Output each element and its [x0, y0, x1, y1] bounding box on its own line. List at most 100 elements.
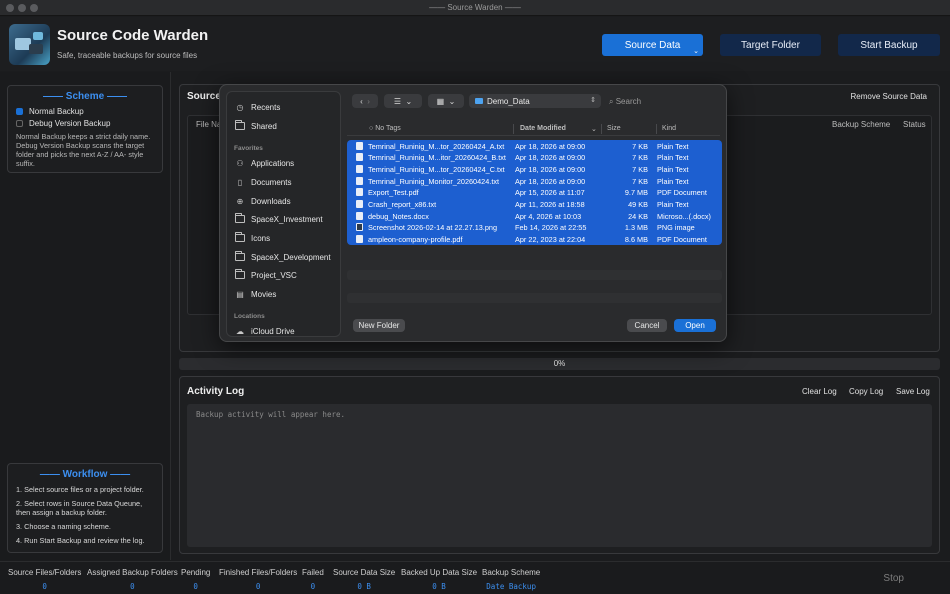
workflow-title: —— Workflow —— — [39, 469, 131, 480]
sidebar-item-project-vsc[interactable]: Project_VSC — [235, 269, 297, 280]
path-selector[interactable]: Demo_Data ⇕ — [469, 94, 601, 108]
app-subtitle: Safe, traceable backups for source files — [57, 51, 198, 60]
sidebar-item-documents[interactable]: ▯ Documents — [235, 177, 292, 187]
pdf-file-icon — [356, 188, 363, 197]
locations-heading: Locations — [234, 313, 265, 320]
sidebar-item-icloud-drive[interactable]: ☁ iCloud Drive — [235, 326, 295, 336]
sidebar-item-shared[interactable]: Shared — [235, 120, 277, 131]
save-log-button[interactable]: Save Log — [896, 387, 930, 396]
workflow-step: 1. Select source files or a project fold… — [16, 485, 144, 494]
workflow-step: 3. Choose a naming scheme. — [16, 522, 111, 531]
app-title: Source Code Warden — [57, 27, 209, 44]
file-list-header: ○ No Tags Date Modified ⌄ Size Kind — [347, 122, 720, 136]
text-file-icon — [356, 141, 363, 150]
empty-list-row — [347, 293, 722, 303]
column-header-file-name[interactable]: File Na — [196, 120, 221, 129]
clear-log-button[interactable]: Clear Log — [802, 387, 837, 396]
scheme-option-label: Normal Backup — [29, 107, 84, 116]
stat-source-files: Source Files/Folders 0 — [8, 568, 82, 591]
scheme-option-debug[interactable]: Debug Version Backup — [16, 119, 162, 128]
document-icon: ▯ — [237, 177, 243, 187]
workflow-panel: —— Workflow —— 1. Select source files or… — [7, 463, 163, 553]
scheme-panel: —— Scheme —— Normal Backup Debug Version… — [7, 85, 163, 173]
open-button[interactable]: Open — [674, 319, 716, 332]
app-header: Source Code Warden Safe, traceable backu… — [0, 17, 950, 71]
remove-source-data-button[interactable]: Remove Source Data — [851, 92, 927, 101]
sidebar-item-recents[interactable]: ◷ Recents — [235, 102, 281, 112]
file-row[interactable]: debug_Notes.docx Apr 4, 2026 at 10:03 24 K… — [347, 210, 722, 222]
cloud-icon: ☁ — [236, 326, 244, 336]
column-header-size[interactable]: Size — [607, 125, 621, 132]
search-input[interactable]: ⌕ Search — [609, 97, 641, 107]
file-row[interactable]: Export_Test.pdf Apr 15, 2026 at 11:07 9.7 … — [347, 186, 722, 199]
column-header-tags[interactable]: ○ No Tags — [369, 125, 401, 132]
back-forward-buttons[interactable]: ‹ › — [352, 94, 378, 108]
stop-button[interactable]: Stop — [883, 573, 904, 584]
progress-label: 0% — [553, 359, 566, 368]
text-file-icon — [356, 176, 363, 185]
folder-icon — [235, 232, 245, 243]
search-icon: ⌕ — [609, 97, 614, 106]
copy-log-button[interactable]: Copy Log — [849, 387, 883, 396]
log-placeholder: Backup activity will appear here. — [196, 410, 346, 419]
grid-view-icon: ▦ — [436, 96, 445, 106]
doc-file-icon — [356, 211, 363, 220]
column-header-kind[interactable]: Kind — [662, 125, 676, 132]
column-header-backup-scheme[interactable]: Backup Scheme — [832, 120, 890, 129]
column-header-status[interactable]: Status — [903, 120, 926, 129]
clock-icon: ◷ — [236, 102, 244, 112]
new-folder-button[interactable]: New Folder — [353, 319, 405, 332]
sidebar-item-icons[interactable]: Icons — [235, 232, 270, 243]
image-file-icon — [356, 223, 363, 232]
applications-icon: ⚇ — [236, 158, 244, 168]
file-row[interactable]: Temrinal_Runinig_Monitor_20260424.txt Apr… — [347, 175, 722, 187]
stat-failed: Failed 0 — [302, 568, 324, 591]
start-backup-button[interactable]: Start Backup — [838, 34, 940, 56]
scheme-option-normal[interactable]: Normal Backup — [16, 107, 162, 116]
file-row[interactable]: Crash_report_x86.txt Apr 11, 2026 at 18:5… — [347, 198, 722, 211]
activity-log-title: Activity Log — [187, 386, 245, 397]
sort-chevron-icon: ⌄ — [591, 126, 597, 133]
chevron-down-icon: ⌄ — [448, 96, 456, 106]
current-folder-label: Demo_Data — [487, 96, 530, 106]
chevron-right-icon[interactable]: › — [367, 97, 370, 106]
radio-selected-icon[interactable] — [16, 108, 23, 115]
dialog-sidebar: ◷ Recents Shared Favorites ⚇ Applications … — [226, 91, 341, 337]
source-data-button[interactable]: Source Data ⌄ — [602, 34, 703, 56]
dialog-footer: New Folder Cancel Open — [347, 315, 720, 335]
folder-icon — [475, 98, 483, 104]
folder-icon — [235, 269, 245, 280]
target-folder-button[interactable]: Target Folder — [720, 34, 821, 56]
sidebar-item-applications[interactable]: ⚇ Applications — [235, 158, 294, 168]
list-view-icon: ☰ — [393, 96, 401, 106]
workflow-step: 2. Select rows in Source Data Queune, th… — [16, 499, 143, 517]
backup-progress-bar: 0% — [179, 358, 940, 370]
sidebar-item-downloads[interactable]: ⊕ Downloads — [235, 196, 291, 206]
download-icon: ⊕ — [236, 196, 244, 206]
chevron-left-icon[interactable]: ‹ — [360, 97, 363, 106]
sidebar-item-movies[interactable]: ▤ Movies — [235, 289, 276, 299]
grid-view-toggle[interactable]: ▦ ⌄ — [428, 94, 464, 108]
cancel-button[interactable]: Cancel — [627, 319, 667, 332]
up-down-chevron-icon: ⇕ — [590, 97, 596, 104]
folder-icon — [235, 251, 245, 262]
open-file-dialog: ◷ Recents Shared Favorites ⚇ Applications … — [219, 84, 727, 342]
stat-pending: Pending 0 — [181, 568, 211, 591]
file-row[interactable]: ampleon-company-profile.pdf Apr 22, 2023 … — [347, 233, 722, 246]
sidebar-item-spacex-investment[interactable]: SpaceX_Investment — [235, 213, 323, 224]
file-list[interactable]: Temrinal_Runinig_M...tor_20260424_A.txt A… — [347, 140, 722, 246]
file-row[interactable]: Temrinal_Runinig_M...tor_20260424_A.txt A… — [347, 140, 722, 152]
file-row[interactable]: Screenshot 2026-02-14 at 22.27.13.png Feb… — [347, 221, 722, 234]
file-row[interactable]: Temrinal_Runinig_M...itor_20260424_B.txt… — [347, 151, 722, 164]
sidebar-item-spacex-development[interactable]: SpaceX_Development — [235, 251, 331, 262]
list-view-toggle[interactable]: ☰ ⌄ — [384, 94, 422, 108]
file-row[interactable]: Temrinal_Runinig_M...tor_20260424_C.txt A… — [347, 163, 722, 176]
text-file-icon — [356, 199, 363, 208]
stat-source-size: Source Data Size 0 B — [333, 568, 396, 591]
activity-log-textarea[interactable]: Backup activity will appear here. — [187, 404, 932, 547]
radio-unselected-icon[interactable] — [16, 120, 23, 127]
text-file-icon — [356, 164, 363, 173]
chevron-down-icon[interactable]: ⌄ — [693, 47, 699, 55]
column-header-date-modified[interactable]: Date Modified — [520, 125, 566, 132]
text-file-icon — [356, 153, 363, 162]
